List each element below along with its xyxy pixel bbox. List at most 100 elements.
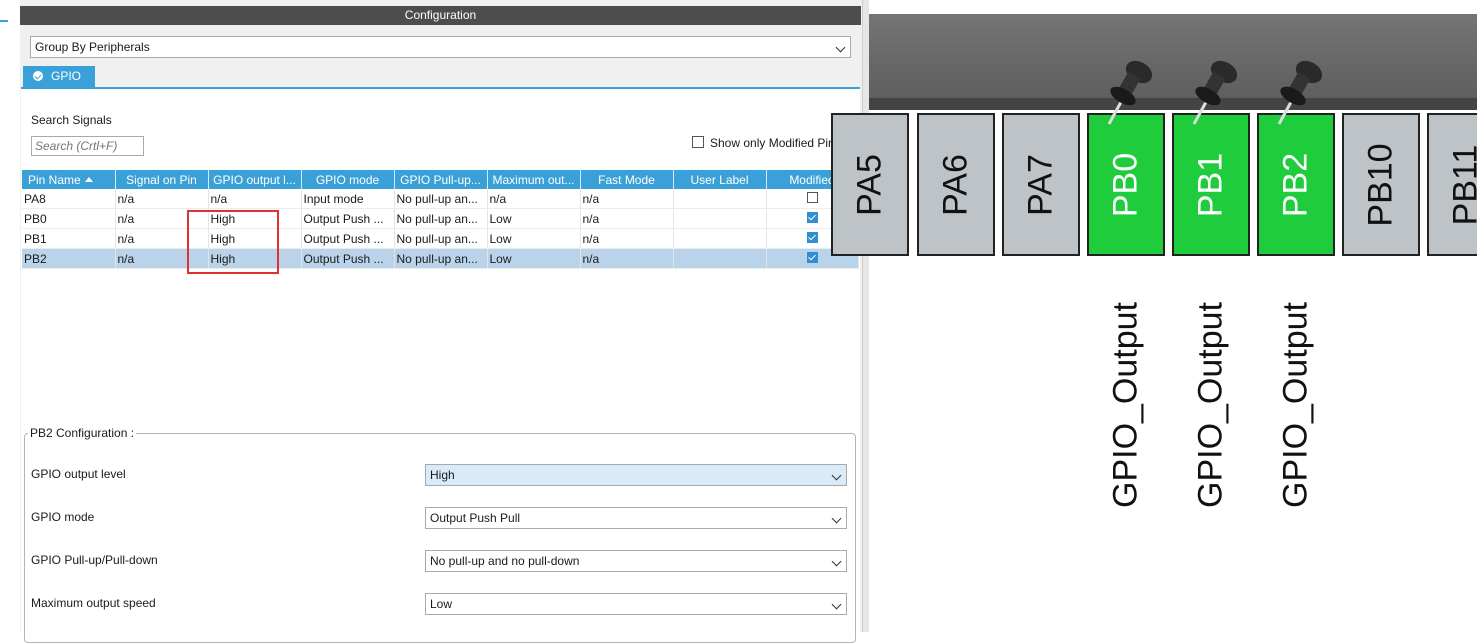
table-row[interactable]: PB1 n/a High Output Push ... No pull-up … [22,229,858,249]
pin-signal-label: GPIO_Output [1106,298,1146,512]
panel-splitter[interactable] [862,0,869,632]
checkbox-icon[interactable] [692,136,704,148]
cell-fast: n/a [580,229,673,249]
pin-signal-label: GPIO_Output [1191,298,1231,512]
pin-label: PB1 [1192,152,1231,216]
chevron-down-icon [832,514,842,524]
column-header-fast-mode[interactable]: Fast Mode [580,170,673,189]
pull-select[interactable]: No pull-up and no pull-down [425,550,847,572]
configuration-title: Configuration [20,6,861,25]
tab-gpio-label: GPIO [51,66,81,87]
cell-mode: Output Push ... [301,229,394,249]
show-modified-pins-checkbox[interactable]: Show only Modified Pins [692,136,841,150]
pin-table: Pin Name Signal on Pin GPIO output l... … [22,170,859,269]
left-edge [0,0,20,632]
search-signals-input[interactable] [31,136,144,156]
pin-label: PB2 [1277,152,1316,216]
gpio-mode-label: GPIO mode [31,510,94,524]
chip-edge [869,98,1477,110]
pin-label: PA6 [937,154,976,216]
pull-label: GPIO Pull-up/Pull-down [31,553,158,567]
group-by-value: Group By Peripherals [35,40,150,54]
show-modified-pins-label: Show only Modified Pins [710,136,841,150]
cell-mode: Input mode [301,189,394,209]
cell-pull: No pull-up an... [394,209,487,229]
column-header-pin-name[interactable]: Pin Name [22,170,115,189]
pin-label: PB0 [1107,152,1146,216]
pin-label: PA5 [851,154,890,216]
highlight-annotation-box [187,210,279,274]
pushpin-icon [1101,52,1161,128]
pin-pa6[interactable]: PA6 [917,113,995,256]
pin-signal-label: GPIO_Output [1276,298,1316,512]
cell-fast: n/a [580,189,673,209]
configuration-panel: Configuration Group By Peripherals GPIO … [20,0,869,632]
chip-body [869,14,1477,110]
pin-label: PA7 [1022,154,1061,216]
pushpin-icon [1186,52,1246,128]
pin-pb11[interactable]: PB11 [1427,113,1477,256]
cell-user-label [673,249,766,269]
gpio-mode-value: Output Push Pull [430,511,520,525]
chevron-down-icon [836,43,846,53]
column-header-pull[interactable]: GPIO Pull-up... [394,170,487,189]
table-row[interactable]: PA8 n/a n/a Input mode No pull-up an... … [22,189,858,209]
cell-fast: n/a [580,249,673,269]
pin-pa7[interactable]: PA7 [1002,113,1080,256]
cell-mode: Output Push ... [301,209,394,229]
cell-pull: No pull-up an... [394,189,487,209]
left-accent-line [0,20,8,22]
pin-pb2[interactable]: PB2 [1257,113,1335,256]
pin-pa5[interactable]: PA5 [831,113,909,256]
table-row-selected[interactable]: PB2 n/a High Output Push ... No pull-up … [22,249,858,269]
cell-pin: PA8 [22,189,115,209]
pin-pb0[interactable]: PB0 [1087,113,1165,256]
cell-speed: Low [487,229,580,249]
cell-signal: n/a [115,189,208,209]
pushpin-icon [1271,52,1331,128]
cell-speed: Low [487,249,580,269]
max-speed-label: Maximum output speed [31,596,156,610]
chevron-down-icon [832,600,842,610]
chevron-down-icon [832,471,842,481]
group-by-select[interactable]: Group By Peripherals [30,36,851,58]
column-header-user-label[interactable]: User Label [673,170,766,189]
unchecked-box-icon [807,192,818,203]
table-header-row: Pin Name Signal on Pin GPIO output l... … [22,170,858,189]
cell-fast: n/a [580,209,673,229]
output-level-value: High [430,468,455,482]
tab-gpio[interactable]: GPIO [23,66,95,87]
checked-box-icon [807,252,818,263]
column-header-max-speed[interactable]: Maximum out... [487,170,580,189]
pin-pb10[interactable]: PB10 [1342,113,1420,256]
output-level-label: GPIO output level [31,467,126,481]
column-header-signal[interactable]: Signal on Pin [115,170,208,189]
pin-pb1[interactable]: PB1 [1172,113,1250,256]
pin-label: PB11 [1447,144,1477,225]
cell-user-label [673,189,766,209]
pin-configuration-legend: PB2 Configuration : [28,426,136,440]
column-header-gpio-mode[interactable]: GPIO mode [301,170,394,189]
column-header-output-level[interactable]: GPIO output l... [208,170,301,189]
cell-pull: No pull-up an... [394,229,487,249]
cell-pin: PB1 [22,229,115,249]
cell-user-label [673,209,766,229]
cell-user-label [673,229,766,249]
cell-mode: Output Push ... [301,249,394,269]
output-level-select[interactable]: High [425,464,847,486]
cell-pin: PB2 [22,249,115,269]
max-speed-value: Low [430,597,452,611]
chevron-down-icon [832,557,842,567]
checked-box-icon [807,212,818,223]
cell-speed: n/a [487,189,580,209]
table-row[interactable]: PB0 n/a High Output Push ... No pull-up … [22,209,858,229]
cell-speed: Low [487,209,580,229]
sort-ascending-icon [85,177,93,182]
max-speed-select[interactable]: Low [425,593,847,615]
pin-label: PB10 [1362,143,1401,226]
cell-pin: PB0 [22,209,115,229]
cell-pull: No pull-up an... [394,249,487,269]
gpio-mode-select[interactable]: Output Push Pull [425,507,847,529]
check-circle-icon [33,71,43,81]
chip-view: PA5 PA6 PA7 PB0 PB1 PB2 PB10 PB11 GPIO_O… [869,0,1477,632]
